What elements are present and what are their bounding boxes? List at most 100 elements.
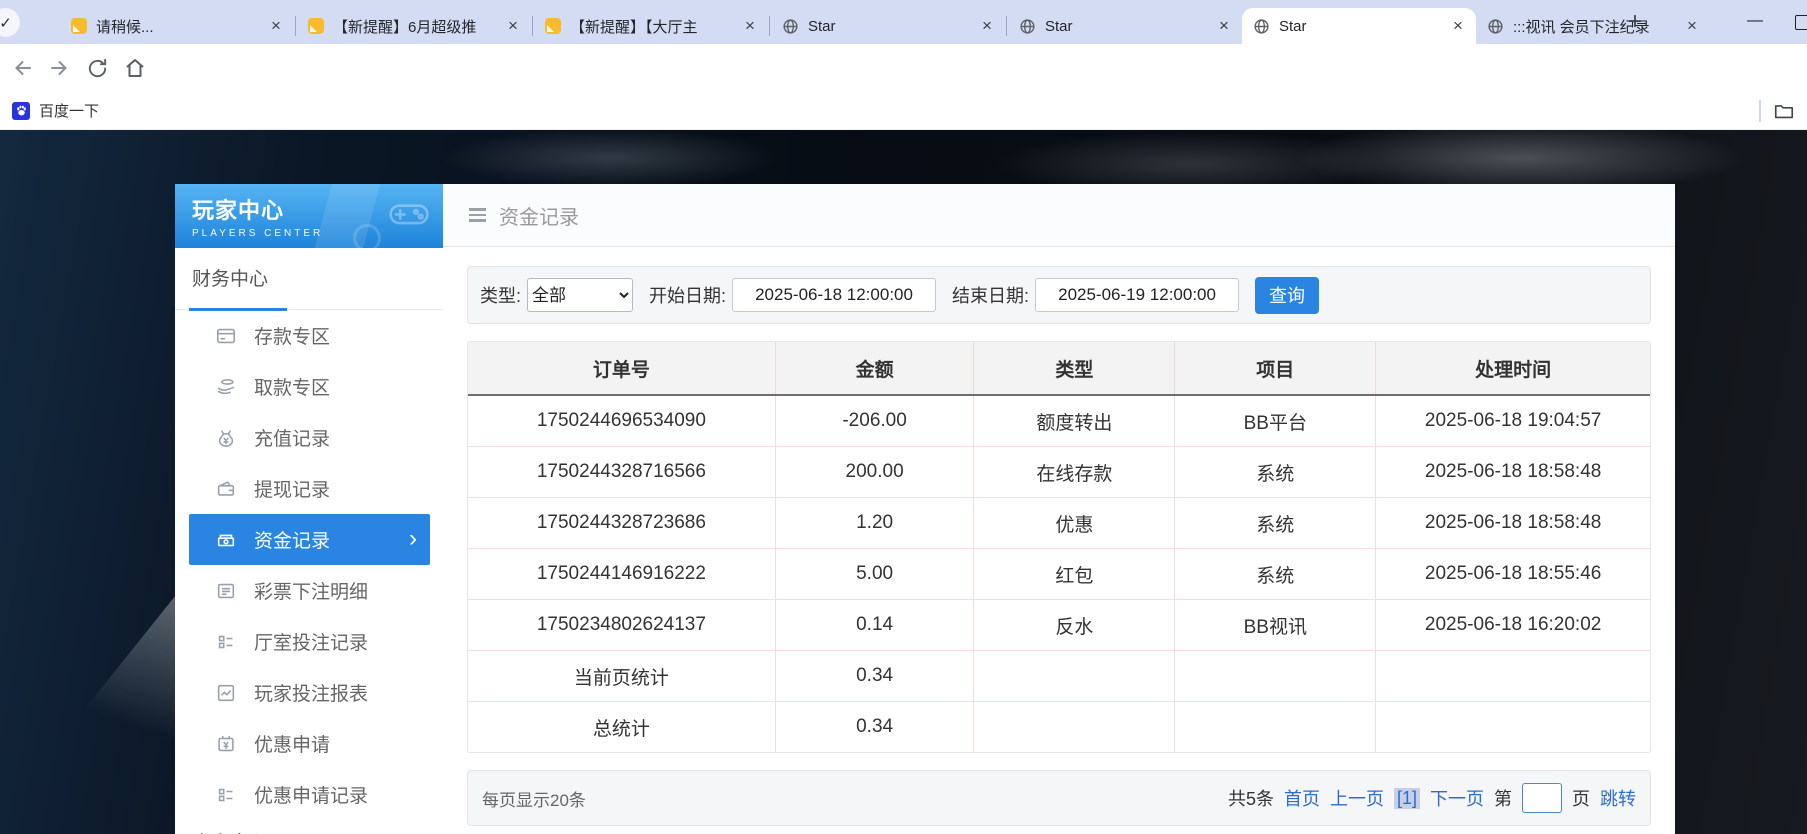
browser-tab[interactable]: 【新提醒】【大厅主 ×	[534, 8, 768, 44]
sidebar-item-label: 提现记录	[254, 480, 331, 501]
profile-avatar[interactable]: ✓	[0, 8, 20, 37]
records-table-wrap: 订单号 金额 类型 项目 处理时间 1750244696534090 -206.00 额度转…	[467, 341, 1651, 753]
sidebar-item-优惠申请[interactable]: 优惠申请	[175, 718, 443, 769]
tab-close-icon[interactable]: ×	[740, 16, 760, 36]
tabs-container: 请稍候... × 【新提醒】6月超级推 × 【新提醒】【大厅主 × Star × Star × St…	[60, 8, 1710, 44]
sidebar-item-存款专区[interactable]: 存款专区	[175, 310, 443, 361]
prev-page-link[interactable]: 上一页	[1330, 785, 1384, 811]
tab-title: Star	[1045, 17, 1073, 35]
tab-close-icon[interactable]: ×	[503, 16, 523, 36]
lottery-list-icon	[215, 580, 237, 602]
page-number-input[interactable]	[1522, 783, 1562, 813]
table-row: 1750244328723686 1.20 优惠 系统 2025-06-18 18:58…	[468, 497, 1650, 549]
tab-title: 【新提醒】6月超级推	[333, 18, 477, 36]
browser-tab[interactable]: 【新提醒】6月超级推 ×	[297, 8, 531, 44]
sidebar-item-优惠申请记录[interactable]: 优惠申请记录	[175, 769, 443, 820]
sidebar-item-label: 资金记录	[254, 531, 331, 552]
next-page-link[interactable]: 下一页	[1430, 785, 1484, 811]
globe-icon	[1019, 18, 1036, 35]
sidebar-item-提现记录[interactable]: 提现记录	[175, 463, 443, 514]
jump-link[interactable]: 跳转	[1600, 785, 1636, 811]
table-cell	[1375, 701, 1650, 752]
type-select[interactable]: 全部	[527, 278, 634, 312]
type-label: 类型:	[480, 286, 522, 306]
sidebar-item-彩票下注明细[interactable]: 彩票下注明细	[175, 565, 443, 616]
table-header-row: 订单号 金额 类型 项目 处理时间	[468, 342, 1650, 396]
sidebar-item-充值记录[interactable]: 充值记录	[175, 412, 443, 463]
table-cell: 1750244696534090	[536, 410, 706, 431]
browser-tab[interactable]: :::视讯 会员下注纪录 ×	[1476, 8, 1710, 44]
end-date-input[interactable]	[1035, 278, 1240, 312]
table-body: 1750244696534090 -206.00 额度转出 BB平台 2025-06-1…	[468, 395, 1650, 752]
filter-bar: 类型: 全部 开始日期: 结束日期: 查询	[467, 266, 1651, 324]
report-chart-icon	[215, 682, 237, 704]
back-icon[interactable]	[10, 55, 36, 81]
sidebar-item-资金记录[interactable]: 资金记录 ›	[189, 514, 430, 565]
player-center-sidebar: 玩家中心 PLAYERS CENTER 财务中心 存款专区 取款专区 充值记录 提现记…	[175, 184, 443, 834]
table-cell: 1750244146916222	[468, 548, 776, 600]
sidebar-item-厅室投注记录[interactable]: 厅室投注记录	[175, 616, 443, 667]
browser-tab-active[interactable]: Star ×	[1242, 8, 1476, 44]
table-cell	[1174, 650, 1376, 702]
tab-title: 【新提醒】【大厅主	[570, 18, 698, 36]
table-cell: 系统	[1174, 548, 1376, 600]
tab-title: :::视讯 会员下注纪录	[1513, 18, 1650, 36]
sidebar-menu: 存款专区 取款专区充值记录提现记录资金记录 › 彩票下注明细 厅室投注记录玩家投注报表优…	[175, 310, 443, 820]
column-header: 处理时间	[1375, 342, 1650, 396]
column-header: 订单号	[468, 342, 776, 396]
sidebar-item-label: 优惠申请记录	[254, 786, 369, 807]
table-row: 当前页统计 0.34	[468, 650, 1650, 702]
sidebar-item-玩家投注报表[interactable]: 玩家投注报表	[175, 667, 443, 718]
browser-tab[interactable]: 请稍候... ×	[60, 8, 294, 44]
withdraw-hand-icon	[215, 376, 237, 398]
table-cell: 红包	[973, 548, 1175, 600]
search-button[interactable]: 查询	[1255, 276, 1320, 314]
start-date-label: 开始日期:	[649, 286, 727, 306]
tab-close-icon[interactable]: ×	[1448, 16, 1468, 36]
circle-decoration	[353, 224, 381, 248]
table-cell: 5.00	[774, 548, 974, 600]
mail-icon	[308, 18, 324, 34]
mail-icon	[545, 18, 561, 34]
page-number-prefix: 第	[1494, 789, 1512, 809]
other-bookmarks-folder-icon[interactable]	[1773, 100, 1795, 127]
new-tab-button[interactable]: +	[1620, 8, 1650, 38]
home-icon[interactable]	[122, 55, 148, 81]
reload-icon[interactable]	[84, 55, 110, 81]
deposit-card-icon	[215, 325, 237, 347]
hall-list-icon	[215, 631, 237, 653]
bookmark-label: 百度一下	[39, 103, 100, 120]
tab-title: Star	[1279, 17, 1307, 35]
table-row: 1750244146916222 5.00 红包 系统 2025-06-18 18:55…	[468, 548, 1650, 600]
tab-close-icon[interactable]: ×	[1214, 16, 1234, 36]
table-cell: BB平台	[1174, 395, 1376, 447]
tab-close-icon[interactable]: ×	[977, 16, 997, 36]
tab-title: Star	[808, 17, 836, 35]
forward-icon[interactable]	[46, 55, 72, 81]
table-row: 总统计 0.34	[468, 701, 1650, 752]
sidebar-item-label: 优惠申请	[254, 735, 331, 756]
first-page-link[interactable]: 首页	[1284, 785, 1320, 811]
window-minimize-button[interactable]: —	[1740, 9, 1770, 35]
screen: ✓ 请稍候... × 【新提醒】6月超级推 × 【新提醒】【大厅主 × Star × Star ×…	[0, 0, 1807, 834]
browser-tab[interactable]: Star ×	[771, 8, 1005, 44]
bookmark-baidu[interactable]: 百度一下	[12, 100, 99, 121]
recharge-bag-icon	[215, 427, 237, 449]
tab-close-icon[interactable]: ×	[1682, 16, 1702, 36]
sidebar-item-label: 充值记录	[254, 429, 331, 450]
sidebar-next-section-title: 个人中心	[175, 820, 443, 834]
sidebar-item-label: 玩家投注报表	[254, 684, 369, 705]
mail-icon	[71, 18, 87, 34]
page-size-text: 每页显示20条	[482, 790, 586, 810]
tab-close-icon[interactable]: ×	[266, 16, 286, 36]
table-cell: 系统	[1174, 446, 1376, 498]
total-count-text: 共5条	[1227, 789, 1274, 809]
end-date-label: 结束日期:	[952, 286, 1030, 306]
pagination-bar: 每页显示20条 共5条 首页 上一页 [1] 下一页 第 页 跳转	[467, 770, 1651, 826]
window-restore-button[interactable]	[1795, 15, 1807, 30]
table-row: 1750244696534090 -206.00 额度转出 BB平台 2025-06-1…	[468, 395, 1650, 447]
browser-tab[interactable]: Star ×	[1008, 8, 1242, 44]
table-cell: 2025-06-18 18:55:46	[1375, 548, 1650, 600]
sidebar-item-取款专区[interactable]: 取款专区	[175, 361, 443, 412]
start-date-input[interactable]	[732, 278, 937, 312]
